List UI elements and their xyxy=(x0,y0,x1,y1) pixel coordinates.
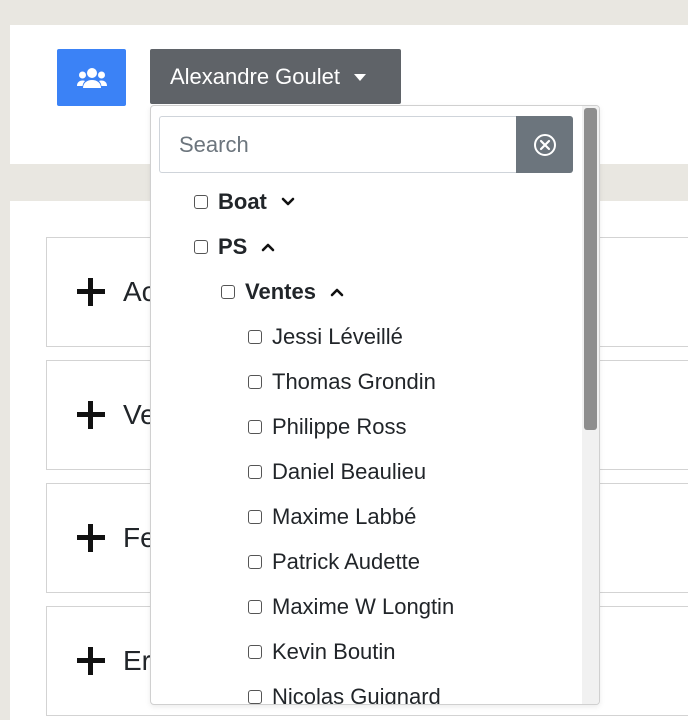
member-label: Daniel Beaulieu xyxy=(272,459,427,484)
member-label: Patrick Audette xyxy=(272,549,420,574)
chevron-up-icon[interactable] xyxy=(330,287,344,297)
checkbox[interactable] xyxy=(248,375,262,389)
plus-icon xyxy=(77,647,105,675)
checkbox[interactable] xyxy=(248,690,262,704)
caret-down-icon xyxy=(354,74,366,81)
tree-group-boat[interactable]: Boat xyxy=(194,187,295,217)
member-label: Thomas Grondin xyxy=(272,369,436,394)
member-label: Kevin Boutin xyxy=(272,639,396,664)
checkbox[interactable] xyxy=(248,420,262,434)
chevron-down-icon[interactable] xyxy=(281,197,295,207)
checkbox[interactable] xyxy=(248,645,262,659)
clear-circle-icon xyxy=(533,133,556,156)
checkbox[interactable] xyxy=(221,285,235,299)
selected-user-label: Alexandre Goulet xyxy=(170,63,340,89)
tree-member[interactable]: Daniel Beaulieu xyxy=(248,457,426,487)
tree-member[interactable]: Patrick Audette xyxy=(248,547,420,577)
plus-icon xyxy=(77,401,105,429)
plus-icon xyxy=(77,278,105,306)
checkbox[interactable] xyxy=(194,195,208,209)
search-input[interactable] xyxy=(159,116,516,173)
tree-member[interactable]: Kevin Boutin xyxy=(248,637,396,667)
users-icon xyxy=(76,67,107,88)
group-label: PS xyxy=(218,234,248,259)
accordion-item-label: Er xyxy=(123,645,151,676)
tree-group-ps[interactable]: PS xyxy=(194,232,275,262)
tree-member[interactable]: Thomas Grondin xyxy=(248,367,436,397)
users-button[interactable] xyxy=(57,49,126,106)
scrollbar-thumb[interactable] xyxy=(584,108,597,430)
tree-member[interactable]: Maxime Labbé xyxy=(248,502,416,532)
member-label: Maxime W Longtin xyxy=(272,594,455,619)
member-label: Jessi Léveillé xyxy=(272,324,403,349)
checkbox[interactable] xyxy=(248,465,262,479)
tree-member[interactable]: Philippe Ross xyxy=(248,412,407,442)
chevron-up-icon[interactable] xyxy=(261,242,275,252)
checkbox[interactable] xyxy=(248,600,262,614)
checkbox[interactable] xyxy=(248,510,262,524)
scrollbar[interactable] xyxy=(582,106,599,704)
tree-member[interactable]: Nicolas Guignard xyxy=(248,682,441,705)
tree-member[interactable]: Jessi Léveillé xyxy=(248,322,403,352)
group-label: Boat xyxy=(218,189,267,214)
tree-group-ventes[interactable]: Ventes xyxy=(221,277,344,307)
user-dropdown-menu: Boat PS Ventes Jessi Léveillé Thomas Gro… xyxy=(150,105,600,705)
checkbox[interactable] xyxy=(194,240,208,254)
user-select-dropdown[interactable]: Alexandre Goulet xyxy=(150,49,401,104)
clear-search-button[interactable] xyxy=(516,116,573,173)
member-label: Maxime Labbé xyxy=(272,504,417,529)
member-label: Philippe Ross xyxy=(272,414,407,439)
member-label: Nicolas Guignard xyxy=(272,684,441,705)
plus-icon xyxy=(77,524,105,552)
checkbox[interactable] xyxy=(248,330,262,344)
checkbox[interactable] xyxy=(248,555,262,569)
search-group xyxy=(159,116,573,173)
group-label: Ventes xyxy=(245,279,316,304)
tree-member[interactable]: Maxime W Longtin xyxy=(248,592,454,622)
